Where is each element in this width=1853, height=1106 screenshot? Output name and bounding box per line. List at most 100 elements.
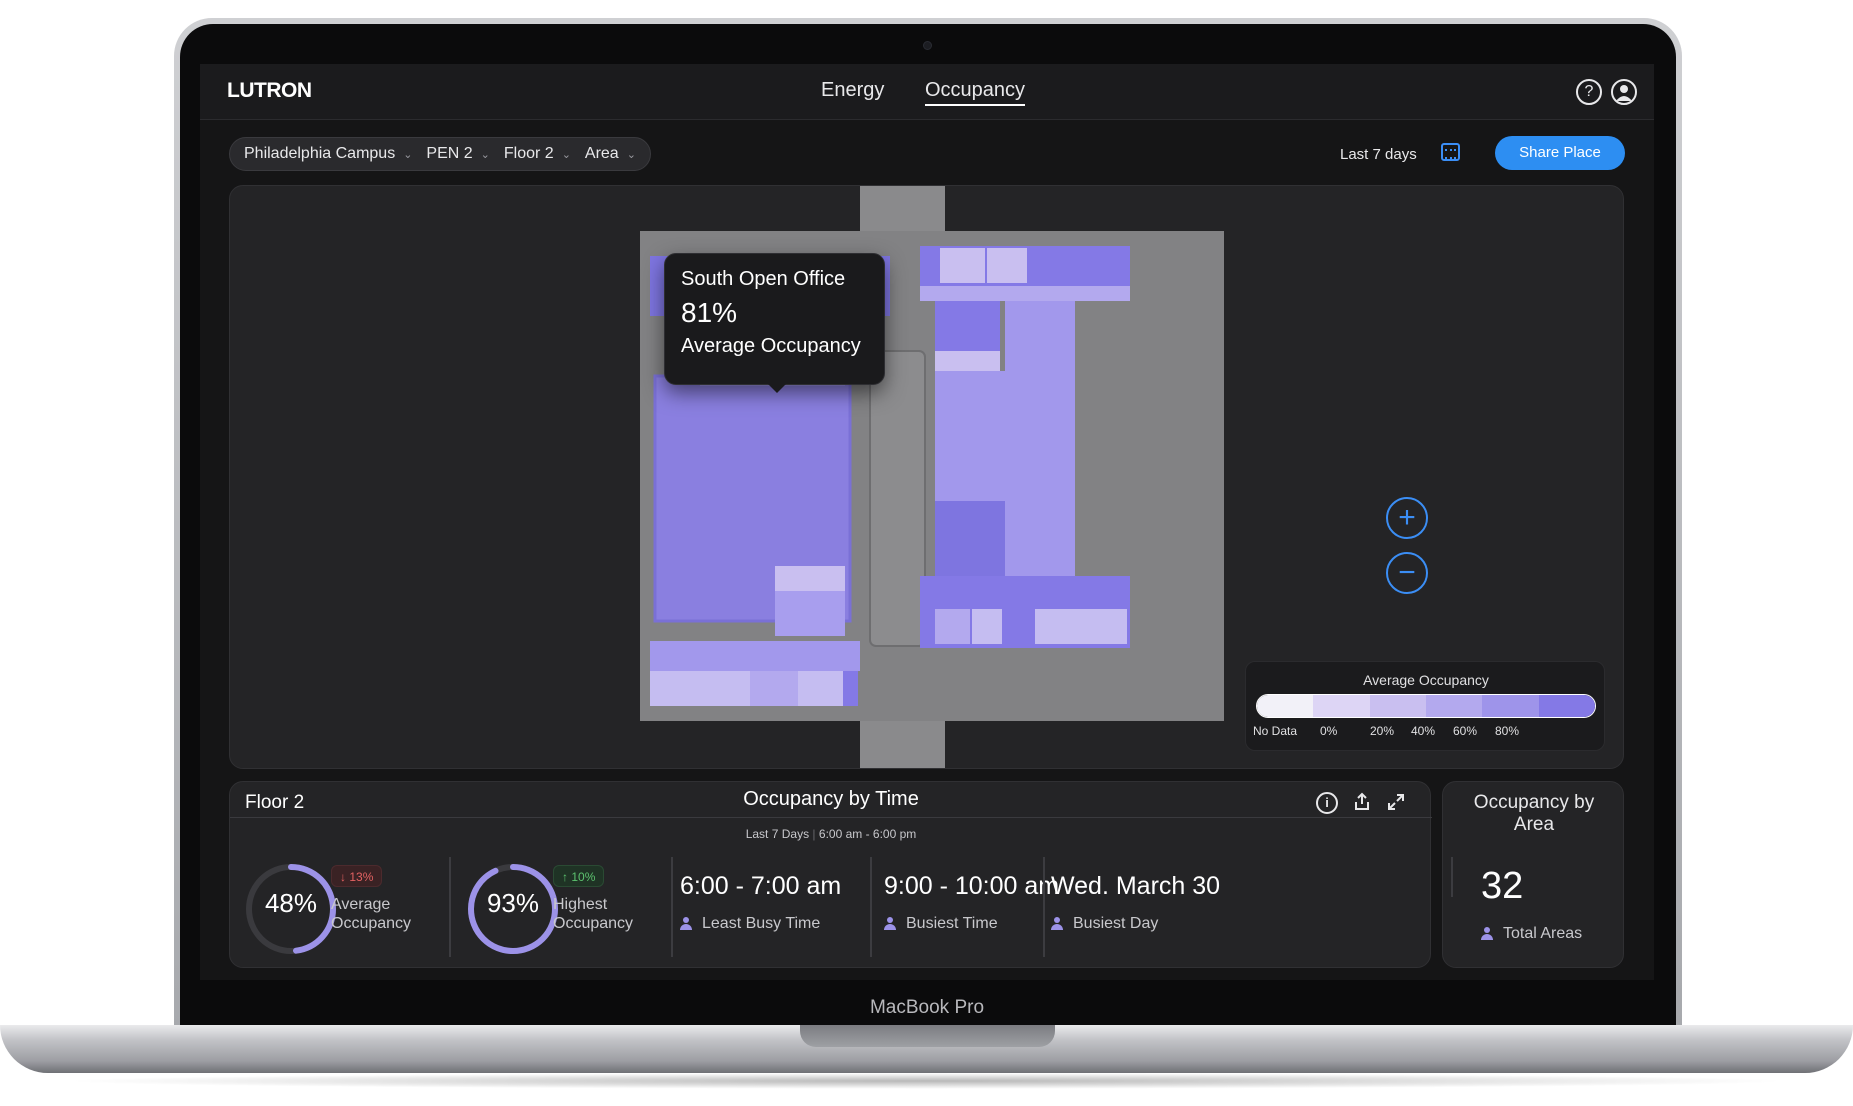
highest-occupancy-value: 93%	[486, 888, 540, 918]
people-icon	[884, 917, 898, 930]
legend-label: 0%	[1320, 724, 1338, 738]
label-line: Highest	[553, 896, 608, 913]
south-room-2[interactable]	[750, 671, 798, 706]
account-icon[interactable]	[1611, 79, 1637, 105]
subtitle-hours: 6:00 am - 6:00 pm	[818, 827, 917, 841]
arrow-down-icon: ↓	[340, 870, 346, 884]
section-title: Occupancy by Time	[743, 788, 919, 810]
east-room-blue[interactable]	[935, 501, 1005, 576]
south-east-room-a[interactable]	[935, 609, 970, 644]
east-room-strip[interactable]	[935, 351, 1000, 371]
legend-swatch	[1482, 695, 1539, 717]
north-east-strip[interactable]	[920, 286, 1130, 301]
breadcrumb-label: Philadelphia Campus	[244, 145, 396, 162]
device-label: MacBook Pro	[869, 997, 985, 1018]
tooltip-area-name: South Open Office	[681, 268, 846, 290]
south-corridor-west[interactable]	[650, 641, 860, 671]
south-room-1[interactable]	[650, 671, 750, 706]
stat-label-text: Least Busy Time	[702, 915, 821, 932]
label-line: Occupancy	[331, 915, 412, 932]
zoom-out-button[interactable]: −	[1386, 552, 1428, 594]
legend-label: No Data	[1253, 724, 1298, 738]
legend-label: 60%	[1453, 724, 1478, 738]
people-icon	[1481, 927, 1495, 940]
east-room-small[interactable]	[935, 301, 1000, 356]
breadcrumb-campus[interactable]: Philadelphia Campus ⌄	[244, 145, 412, 163]
occupancy-by-time-panel: Floor 2 Occupancy by Time i Last 7 Days …	[229, 781, 1432, 968]
camera-icon	[923, 41, 932, 50]
legend-swatch	[1313, 695, 1370, 717]
help-icon[interactable]: ?	[1576, 79, 1602, 105]
calendar-icon[interactable]	[1441, 143, 1460, 161]
south-room-4[interactable]	[843, 671, 858, 706]
busiest-day-value: Wed. March 30	[1051, 872, 1221, 900]
chevron-down-icon: ⌄	[561, 148, 571, 161]
stat-divider	[1043, 857, 1045, 957]
stat-divider	[449, 857, 451, 957]
date-range[interactable]: Last 7 days	[1340, 146, 1417, 163]
label-line: Average	[331, 896, 391, 913]
laptop-notch	[800, 1025, 1055, 1047]
south-stair	[860, 721, 945, 768]
title-line: Occupancy by	[1473, 792, 1595, 813]
south-corridor-east[interactable]	[920, 576, 1130, 606]
share-place-button[interactable]: Share Place	[1495, 136, 1625, 170]
expand-icon[interactable]	[1385, 792, 1407, 814]
area-panel-title: Occupancy by Area	[1443, 792, 1625, 836]
legend-label: 40%	[1411, 724, 1436, 738]
small-room-b[interactable]	[775, 591, 845, 636]
people-icon	[1051, 917, 1065, 930]
area-divider	[1451, 857, 1453, 897]
stat-label-text: Busiest Time	[906, 915, 998, 932]
zoom-in-button[interactable]: +	[1386, 497, 1428, 539]
info-icon[interactable]: i	[1316, 792, 1338, 814]
legend-swatch	[1425, 695, 1483, 717]
tab-energy[interactable]: Energy	[821, 79, 884, 102]
south-east-room-c[interactable]	[1035, 609, 1127, 644]
south-east-room-b[interactable]	[972, 609, 1002, 644]
legend-swatch	[1257, 695, 1314, 717]
breadcrumb-building[interactable]: PEN 2 ⌄	[426, 145, 489, 163]
elevator-core	[869, 350, 926, 647]
header-divider	[230, 817, 1432, 818]
breadcrumb-area[interactable]: Area ⌄	[585, 145, 636, 163]
lutron-logo: LUTRON	[227, 79, 312, 102]
highest-change-badge: ↑ 10%	[553, 865, 605, 887]
average-occupancy-value: 48%	[264, 888, 318, 918]
legend-swatch	[1538, 695, 1595, 717]
subtitle-range: Last 7 Days	[745, 827, 810, 841]
chevron-down-icon: ⌄	[403, 148, 413, 161]
stat-divider	[870, 857, 872, 957]
legend-title: Average Occupancy	[1363, 672, 1489, 688]
title-line: Area	[1513, 814, 1555, 835]
legend-swatch	[1369, 695, 1426, 717]
stat-label-text: Total Areas	[1503, 925, 1583, 942]
highest-occupancy-label: Highest Occupancy	[553, 895, 633, 933]
laptop-frame: MacBook Pro LUTRON Energy Occupancy ? Ph…	[0, 0, 1853, 1106]
occupancy-legend: Average Occupancy No Data 0% 20% 40% 60%…	[1245, 661, 1605, 751]
change-value: 10%	[571, 870, 596, 884]
north-east-room-a[interactable]	[940, 248, 985, 283]
tooltip-label: Average Occupancy	[681, 335, 861, 357]
time-range-subtitle: Last 7 Days | 6:00 am - 6:00 pm	[230, 827, 1432, 841]
average-change-badge: ↓ 13%	[331, 865, 383, 887]
legend-label: 80%	[1495, 724, 1520, 738]
legend-color-bar	[1256, 694, 1596, 718]
small-room-a[interactable]	[775, 566, 845, 591]
south-room-3[interactable]	[798, 671, 843, 706]
stat-divider	[671, 857, 673, 957]
area-tooltip: South Open Office 81% Average Occupancy	[664, 253, 885, 393]
breadcrumb-label: Floor 2	[503, 145, 554, 162]
breadcrumb-floor[interactable]: Floor 2 ⌄	[504, 145, 571, 163]
tab-occupancy[interactable]: Occupancy	[925, 79, 1026, 106]
east-room-lavender[interactable]	[1005, 516, 1075, 576]
north-east-room-b[interactable]	[987, 248, 1027, 283]
busiest-time-value: 9:00 - 10:00 am	[884, 872, 1060, 900]
export-icon[interactable]	[1351, 792, 1373, 814]
label-line: Occupancy	[553, 915, 634, 932]
least-busy-time-value: 6:00 - 7:00 am	[680, 872, 842, 900]
busiest-time-label: Busiest Time	[884, 915, 998, 933]
east-open-office-upper[interactable]	[1005, 301, 1075, 376]
least-busy-time-label: Least Busy Time	[680, 915, 820, 933]
occupancy-by-area-panel[interactable]: Occupancy by Area 32 Total Areas	[1442, 781, 1624, 968]
